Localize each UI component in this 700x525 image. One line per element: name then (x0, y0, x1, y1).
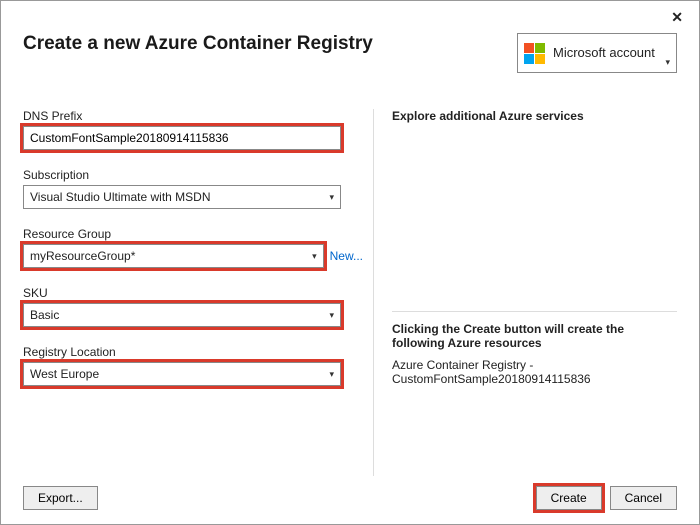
chevron-down-icon: ▾ (665, 57, 670, 68)
location-value: West Europe (30, 367, 99, 381)
new-resource-group-link[interactable]: New... (330, 249, 363, 263)
chevron-down-icon: ▾ (329, 369, 334, 380)
account-dropdown[interactable]: Microsoft account ▾ (517, 33, 677, 73)
field-sku: SKU Basic ▾ (23, 286, 363, 327)
account-label: Microsoft account (553, 46, 655, 60)
field-resource-group: Resource Group myResourceGroup* ▾ New... (23, 227, 363, 268)
footer: Export... Create Cancel (23, 486, 677, 510)
dns-prefix-label: DNS Prefix (23, 109, 363, 123)
chevron-down-icon: ▾ (329, 192, 334, 203)
create-summary: Clicking the Create button will create t… (392, 311, 677, 386)
spacer (392, 386, 677, 476)
dns-prefix-input[interactable] (23, 126, 341, 150)
field-dns-prefix: DNS Prefix (23, 109, 363, 150)
resource-group-dropdown[interactable]: myResourceGroup* ▾ (23, 244, 324, 268)
dialog: ✕ Create a new Azure Container Registry … (0, 0, 700, 525)
field-subscription: Subscription Visual Studio Ultimate with… (23, 168, 363, 209)
spacer (392, 133, 677, 301)
export-button[interactable]: Export... (23, 486, 98, 510)
resource-group-value: myResourceGroup* (30, 249, 135, 263)
subscription-value: Visual Studio Ultimate with MSDN (30, 190, 211, 204)
field-location: Registry Location West Europe ▾ (23, 345, 363, 386)
create-summary-body: Azure Container Registry - CustomFontSam… (392, 358, 673, 386)
sku-label: SKU (23, 286, 363, 300)
sku-value: Basic (30, 308, 59, 322)
chevron-down-icon: ▾ (329, 310, 334, 321)
chevron-down-icon: ▾ (312, 251, 317, 262)
footer-right: Create Cancel (536, 486, 677, 510)
resource-group-label: Resource Group (23, 227, 363, 241)
account-text-block: Microsoft account (553, 46, 655, 60)
subscription-label: Subscription (23, 168, 363, 182)
close-icon[interactable]: ✕ (665, 7, 689, 28)
sku-dropdown[interactable]: Basic ▾ (23, 303, 341, 327)
page-title: Create a new Azure Container Registry (23, 33, 373, 55)
create-summary-title: Clicking the Create button will create t… (392, 322, 673, 350)
create-button[interactable]: Create (536, 486, 602, 510)
info-column: Explore additional Azure services Clicki… (373, 109, 677, 476)
location-label: Registry Location (23, 345, 363, 359)
explore-services-title: Explore additional Azure services (392, 109, 677, 123)
subscription-dropdown[interactable]: Visual Studio Ultimate with MSDN ▾ (23, 185, 341, 209)
dialog-body: DNS Prefix Subscription Visual Studio Ul… (23, 109, 677, 476)
form-column: DNS Prefix Subscription Visual Studio Ul… (23, 109, 363, 476)
header: Create a new Azure Container Registry Mi… (23, 33, 677, 73)
location-dropdown[interactable]: West Europe ▾ (23, 362, 341, 386)
microsoft-logo-icon (524, 43, 545, 64)
cancel-button[interactable]: Cancel (610, 486, 677, 510)
